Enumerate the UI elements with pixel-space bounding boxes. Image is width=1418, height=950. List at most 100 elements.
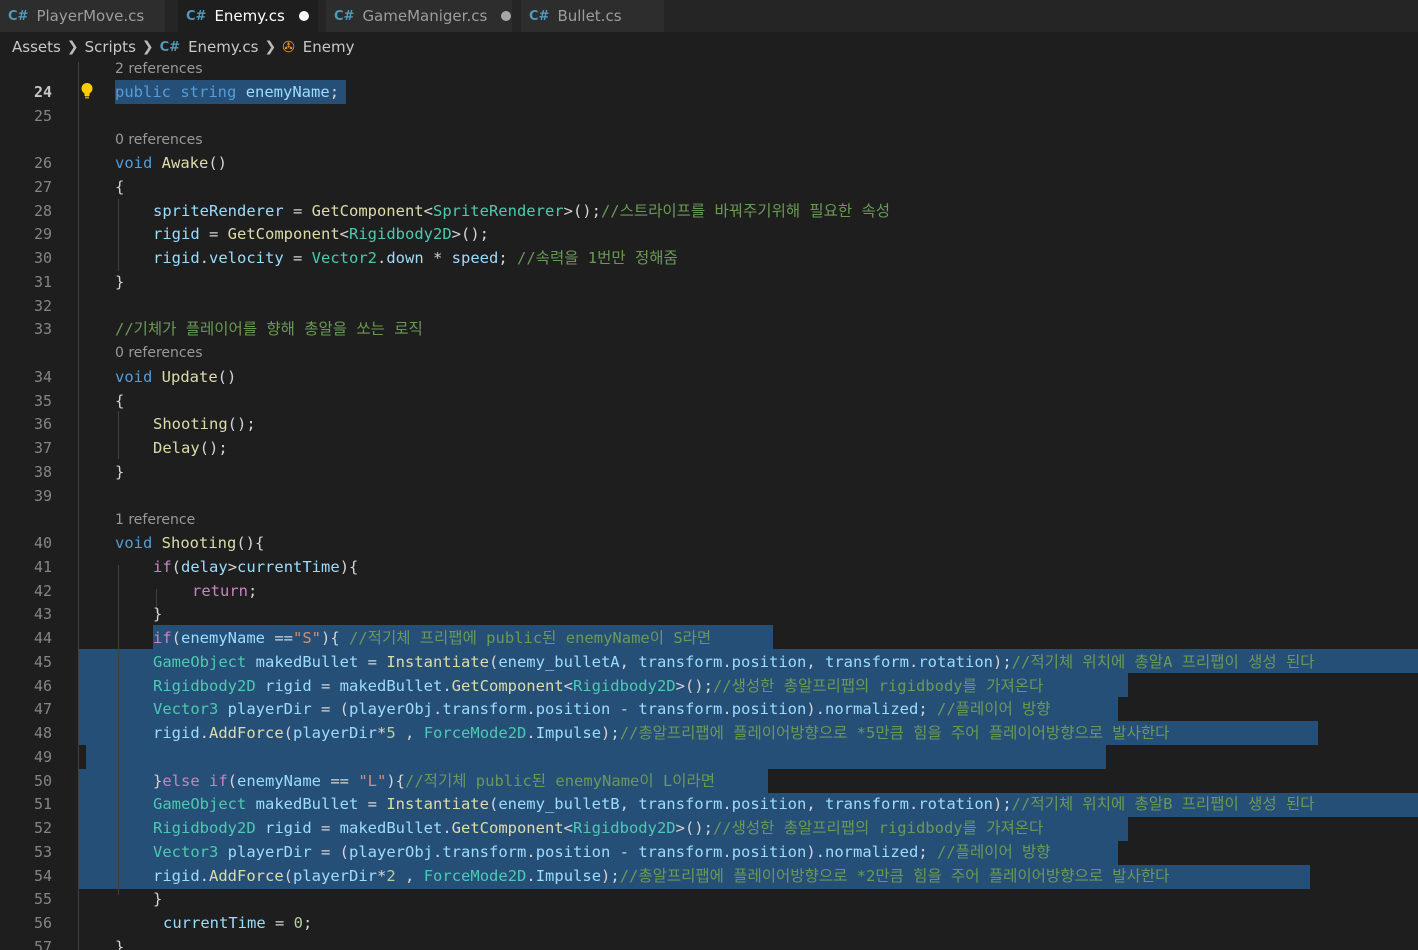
breadcrumb-assets[interactable]: Assets [12, 38, 61, 56]
token: ( [339, 843, 349, 861]
code-line[interactable]: public string enemyName; [115, 80, 339, 104]
tab-enemy[interactable]: C# Enemy.cs [178, 0, 318, 32]
code-line[interactable]: Rigidbody2D rigid = makedBullet.GetCompo… [153, 816, 1043, 840]
codelens-references[interactable]: 2 references [115, 62, 203, 79]
code-editor[interactable]: 2 references 0 references 0 references 1… [0, 62, 1418, 950]
code-line[interactable]: }else if(enemyName == "L"){//적기체 public된… [153, 769, 715, 793]
indent-guide [78, 62, 79, 950]
code-line[interactable]: } [153, 887, 162, 911]
token: rotation [918, 653, 993, 671]
code-line[interactable]: void Shooting(){ [115, 531, 264, 555]
token: down [386, 249, 424, 267]
token: delay [181, 558, 228, 576]
code-line[interactable]: Shooting(); [153, 412, 256, 436]
token: void [115, 154, 153, 172]
code-line[interactable]: spriteRenderer = GetComponent<SpriteRend… [153, 199, 890, 223]
code-line[interactable]: rigid.velocity = Vector2.down * speed; /… [153, 246, 678, 270]
tab-playermove[interactable]: C# PlayerMove.cs [0, 0, 165, 32]
token: ; [498, 249, 518, 267]
token: ){ [321, 629, 350, 647]
token: ). [806, 843, 826, 861]
token: rigid [153, 249, 200, 267]
token: GetComponent [451, 819, 564, 837]
tab-gamemaniger[interactable]: C# GameManiger.cs [326, 0, 512, 32]
token: GameObject [153, 795, 247, 813]
line-number: 41 [33, 558, 52, 576]
token: = [358, 653, 387, 671]
token: Vector2 [311, 249, 377, 267]
code-line[interactable]: rigid.AddForce(playerDir*2 , ForceMode2D… [153, 864, 1169, 888]
csharp-file-icon: C# [159, 39, 181, 55]
code-line[interactable]: rigid.AddForce(playerDir*5 , ForceMode2D… [153, 721, 1169, 745]
line-number: 54 [33, 867, 52, 885]
code-line[interactable]: } [115, 935, 124, 950]
token: ); [992, 795, 1012, 813]
token: ; [918, 700, 938, 718]
code-line[interactable]: GameObject makedBullet = Instantiate(ene… [153, 792, 1314, 816]
class-icon: ✇ [282, 38, 295, 56]
token: currentTime [163, 914, 266, 932]
token: ); [601, 867, 620, 885]
lightbulb-icon[interactable] [80, 82, 94, 100]
token: position [535, 843, 611, 861]
token: if [199, 772, 228, 790]
breadcrumb-class[interactable]: Enemy [303, 38, 355, 56]
token: (); [227, 415, 256, 433]
codelens-references[interactable]: 0 references [115, 343, 203, 363]
code-line[interactable]: { [115, 389, 124, 413]
token: = [311, 819, 340, 837]
token: . [526, 724, 536, 742]
token: transform [824, 795, 909, 813]
code-line[interactable]: if(enemyName =="S"){ //적기체 프리팹에 public된 … [153, 626, 711, 650]
code-line[interactable]: } [115, 460, 124, 484]
token: speed [451, 249, 499, 267]
line-number: 32 [33, 297, 52, 315]
tab-bullet[interactable]: C# Bullet.cs [521, 0, 664, 32]
token: Vector3 [153, 843, 219, 861]
token: return [192, 582, 248, 600]
token: makedBullet [246, 795, 359, 813]
code-line[interactable]: //기체가 플레이어를 향해 총알을 쏘는 로직 [115, 317, 423, 341]
code-line[interactable]: if(delay>currentTime){ [153, 555, 358, 579]
code-line[interactable]: Vector3 playerDir = (playerObj.transform… [153, 697, 1051, 721]
token: . [199, 724, 210, 742]
code-line[interactable]: void Awake() [115, 151, 227, 175]
line-number: 37 [33, 439, 52, 457]
codelens-references[interactable]: 0 references [115, 130, 203, 150]
token: ){ [386, 772, 406, 790]
tab-bar: C# PlayerMove.cs C# Enemy.cs C# GameMani… [0, 0, 1418, 32]
token: enemy_bulletB [498, 795, 620, 813]
token: transform [638, 843, 723, 861]
token: "L" [358, 772, 387, 790]
line-number: 55 [33, 890, 52, 908]
codelens-references[interactable]: 1 reference [115, 510, 195, 530]
token: normalized [825, 700, 919, 718]
token: ); [992, 653, 1012, 671]
token: Update [161, 368, 218, 386]
code-line[interactable]: return; [192, 579, 257, 603]
breadcrumb-file[interactable]: Enemy.cs [188, 38, 258, 56]
token: , [395, 724, 424, 742]
code-line[interactable]: currentTime = 0; [163, 911, 312, 935]
code-line[interactable]: Rigidbody2D rigid = makedBullet.GetCompo… [153, 674, 1043, 698]
line-number: 28 [33, 202, 52, 220]
token: ( [171, 558, 182, 576]
code-line[interactable]: Delay(); [153, 436, 228, 460]
token: rotation [918, 795, 993, 813]
line-number: 29 [33, 225, 52, 243]
code-line[interactable]: void Update() [115, 365, 236, 389]
token: Rigidbody2D [153, 819, 256, 837]
code-line[interactable]: GameObject makedBullet = Instantiate(ene… [153, 650, 1314, 674]
code-line[interactable]: } [115, 270, 124, 294]
code-line[interactable]: rigid = GetComponent<Rigidbody2D>(); [153, 222, 489, 246]
unsaved-dot-icon[interactable] [298, 11, 309, 21]
code-line[interactable]: Vector3 playerDir = (playerObj.transform… [153, 840, 1051, 864]
breadcrumb-scripts[interactable]: Scripts [85, 38, 136, 56]
code-line[interactable]: { [115, 175, 124, 199]
unsaved-dot-icon[interactable] [501, 11, 512, 21]
token: position [731, 653, 807, 671]
code-line[interactable]: } [153, 602, 162, 626]
token: * [377, 867, 387, 885]
token: >(); [675, 819, 713, 837]
tab-label: Bullet.cs [557, 7, 622, 25]
